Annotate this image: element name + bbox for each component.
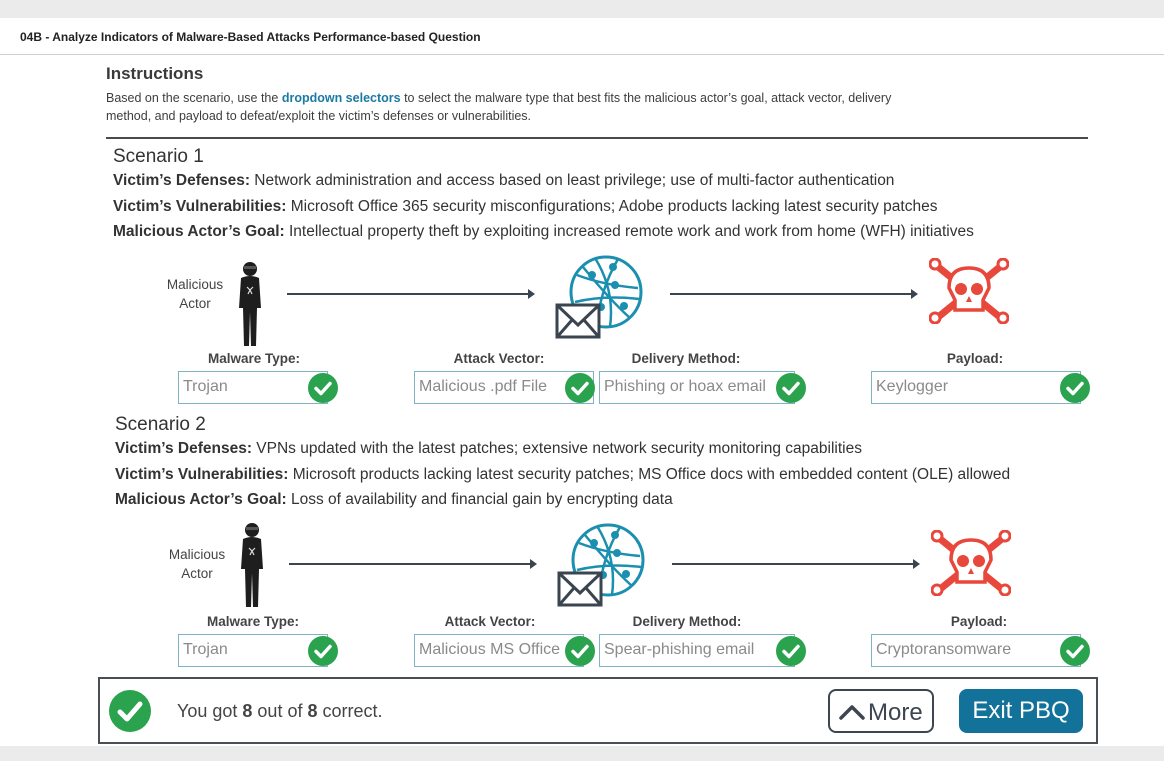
selected-value: Phishing or hoax email bbox=[604, 378, 766, 395]
skull-crossbones-icon bbox=[929, 258, 1009, 324]
score-text: You got 8 out of 8 correct. bbox=[177, 701, 383, 722]
checkmark-icon bbox=[1060, 636, 1090, 666]
selected-value: Malicious MS Office bbox=[419, 641, 561, 658]
checkmark-icon bbox=[109, 690, 151, 732]
attack-vector-select[interactable]: Malicious MS Office bbox=[414, 634, 584, 667]
attack-vector-label: Attack Vector: bbox=[453, 351, 545, 366]
defenses-text: Network administration and access based … bbox=[249, 172, 895, 189]
instructions-text: Based on the scenario, use the dropdown … bbox=[106, 89, 936, 125]
score-suffix: correct. bbox=[317, 701, 383, 721]
flow-arrow bbox=[670, 289, 918, 299]
envelope-icon bbox=[557, 571, 603, 607]
delivery-method-select[interactable]: Phishing or hoax email bbox=[599, 371, 795, 404]
checkmark-icon bbox=[565, 636, 595, 666]
actor-label-line: Actor bbox=[181, 566, 213, 581]
payload-select[interactable]: Cryptoransomware bbox=[871, 634, 1081, 667]
scenario-title: Scenario 1 bbox=[113, 146, 204, 167]
score-prefix: You got bbox=[177, 701, 243, 721]
victim-defenses: Victim’s Defenses: Network administratio… bbox=[113, 172, 894, 190]
result-bar: You got 8 out of 8 correct. More Exit PB… bbox=[98, 677, 1098, 744]
malicious-actor-icon bbox=[241, 523, 263, 607]
instructions-heading: Instructions bbox=[106, 64, 204, 83]
more-label: More bbox=[868, 699, 923, 726]
selected-value: Cryptoransomware bbox=[876, 641, 1012, 658]
delivery-method-label: Delivery Method: bbox=[632, 614, 742, 629]
malware-type-label: Malware Type: bbox=[207, 351, 301, 366]
victim-vulnerabilities: Victim’s Vulnerabilities: Microsoft Offi… bbox=[113, 198, 937, 216]
vulnerabilities-label: Victim’s Vulnerabilities: bbox=[113, 198, 287, 215]
goal-label: Malicious Actor’s Goal: bbox=[113, 223, 285, 240]
chevron-up-icon bbox=[839, 705, 865, 720]
payload-label: Payload: bbox=[950, 614, 1008, 629]
checkmark-icon bbox=[308, 636, 338, 666]
score-middle: out of bbox=[252, 701, 308, 721]
envelope-icon bbox=[555, 303, 601, 339]
checkmark-icon bbox=[308, 373, 338, 403]
score-correct: 8 bbox=[242, 701, 253, 721]
actor-goal: Malicious Actor’s Goal: Intellectual pro… bbox=[113, 223, 974, 241]
malware-type-label: Malware Type: bbox=[206, 614, 300, 629]
actor-label-line: Malicious bbox=[166, 277, 224, 292]
goal-text: Intellectual property theft by exploitin… bbox=[284, 223, 974, 240]
question-title: 04B - Analyze Indicators of Malware-Base… bbox=[20, 30, 481, 44]
exit-pbq-button[interactable]: Exit PBQ bbox=[959, 689, 1083, 733]
score-total: 8 bbox=[307, 701, 318, 721]
checkmark-icon bbox=[776, 636, 806, 666]
delivery-method-label: Delivery Method: bbox=[631, 351, 741, 366]
scenario-title: Scenario 2 bbox=[115, 414, 206, 435]
actor-label-line: Malicious bbox=[168, 547, 226, 562]
globe-network-icon bbox=[557, 523, 645, 607]
victim-vulnerabilities: Victim’s Vulnerabilities: Microsoft prod… bbox=[115, 466, 1010, 484]
checkmark-icon bbox=[1060, 373, 1090, 403]
attack-vector-label: Attack Vector: bbox=[444, 614, 536, 629]
checkmark-icon bbox=[776, 373, 806, 403]
skull-crossbones-icon bbox=[931, 530, 1011, 596]
flow-arrow bbox=[672, 559, 920, 569]
malicious-actor-icon bbox=[239, 262, 261, 346]
title-bar: 04B - Analyze Indicators of Malware-Base… bbox=[0, 18, 1164, 55]
goal-label: Malicious Actor’s Goal: bbox=[115, 491, 287, 508]
victim-defenses: Victim’s Defenses: VPNs updated with the… bbox=[115, 440, 862, 458]
flow-arrow bbox=[287, 289, 535, 299]
more-button[interactable]: More bbox=[828, 689, 934, 733]
vulnerabilities-label: Victim’s Vulnerabilities: bbox=[115, 466, 289, 483]
payload-label: Payload: bbox=[946, 351, 1004, 366]
checkmark-icon bbox=[565, 373, 595, 403]
payload-select[interactable]: Keylogger bbox=[871, 371, 1081, 404]
selected-value: Trojan bbox=[183, 378, 228, 395]
delivery-method-select[interactable]: Spear-phishing email bbox=[599, 634, 795, 667]
instructions-text-part: Based on the scenario, use the bbox=[106, 91, 282, 105]
goal-text: Loss of availability and financial gain … bbox=[286, 491, 673, 508]
actor-goal: Malicious Actor’s Goal: Loss of availabi… bbox=[115, 491, 673, 509]
instructions-highlight: dropdown selectors bbox=[281, 91, 401, 105]
vulnerabilities-text: Microsoft products lacking latest securi… bbox=[288, 466, 1011, 483]
defenses-text: VPNs updated with the latest patches; ex… bbox=[251, 440, 862, 457]
actor-label-line: Actor bbox=[179, 296, 211, 311]
selected-value: Trojan bbox=[183, 641, 228, 658]
selected-value: Keylogger bbox=[876, 378, 949, 395]
defenses-label: Victim’s Defenses: bbox=[115, 440, 252, 457]
defenses-label: Victim’s Defenses: bbox=[113, 172, 250, 189]
vulnerabilities-text: Microsoft Office 365 security misconfigu… bbox=[286, 198, 938, 215]
flow-arrow bbox=[289, 559, 537, 569]
pbq-window: 04B - Analyze Indicators of Malware-Base… bbox=[0, 18, 1164, 746]
malware-type-select[interactable]: Trojan bbox=[178, 371, 328, 404]
exit-label: Exit PBQ bbox=[972, 697, 1070, 724]
malware-type-select[interactable]: Trojan bbox=[178, 634, 328, 667]
actor-label: Malicious Actor bbox=[160, 275, 230, 313]
selected-value: Spear-phishing email bbox=[604, 641, 755, 658]
actor-label: Malicious Actor bbox=[162, 545, 232, 583]
selected-value: Malicious .pdf File bbox=[419, 378, 548, 395]
divider bbox=[106, 137, 1088, 139]
globe-network-icon bbox=[555, 255, 643, 339]
